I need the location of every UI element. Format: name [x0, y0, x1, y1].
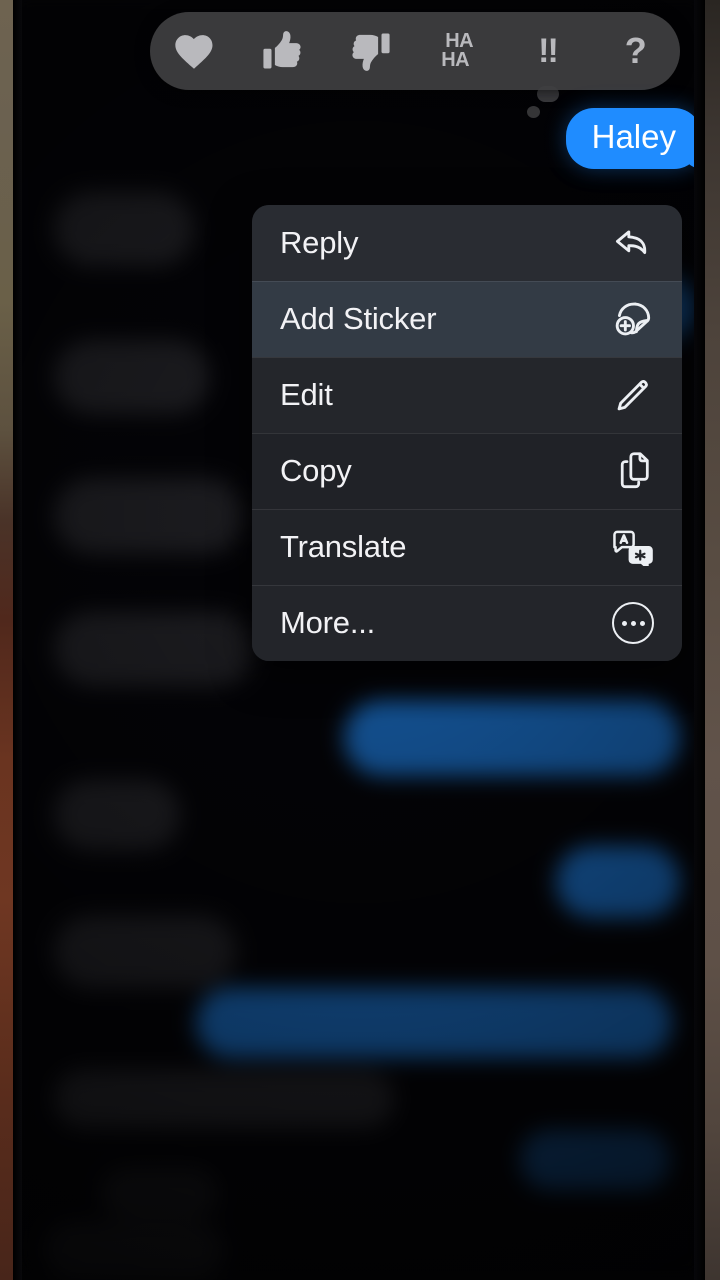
menu-item-reply[interactable]: Reply [252, 205, 682, 281]
backdrop-bubble [44, 1222, 224, 1280]
backdrop-bubble [54, 340, 210, 414]
menu-item-more[interactable]: More... [252, 585, 682, 661]
sticker-plus-icon [610, 296, 656, 342]
menu-item-reply-label: Reply [280, 225, 359, 260]
photo-edge-right [705, 0, 720, 1280]
backdrop-bubble [54, 192, 194, 266]
reply-arrow-icon [610, 220, 656, 266]
backdrop-bubble [344, 700, 680, 776]
backdrop-bubble [54, 1070, 394, 1128]
haha-icon: HA HA [441, 31, 473, 70]
menu-item-edit-label: Edit [280, 377, 333, 412]
thumbs-up-icon [262, 30, 302, 72]
message-context-menu[interactable]: Reply Add Sticker Edit Copy Translate Mo… [252, 205, 682, 661]
tapback-thumbs-up-button[interactable] [249, 18, 315, 84]
backdrop-bubble [100, 1168, 218, 1220]
tapback-exclamation-button[interactable]: !! [514, 18, 580, 84]
focused-message-text: Haley [591, 118, 676, 155]
menu-item-copy[interactable]: Copy [252, 433, 682, 509]
backdrop-bubble [520, 1130, 670, 1190]
backdrop-bubble [54, 916, 236, 988]
menu-item-add-sticker[interactable]: Add Sticker [252, 281, 682, 357]
tapback-tail-small [527, 106, 540, 118]
backdrop-bubble [196, 988, 672, 1058]
menu-item-more-label: More... [280, 605, 376, 640]
copy-documents-icon [610, 448, 656, 494]
menu-item-translate[interactable]: Translate [252, 509, 682, 585]
menu-item-translate-label: Translate [280, 529, 407, 564]
backdrop-bubble [54, 612, 254, 686]
double-exclamation-icon: !! [538, 32, 559, 70]
tapback-haha-button[interactable]: HA HA [426, 18, 492, 84]
pencil-icon [610, 372, 656, 418]
photo-edge-left [0, 0, 13, 1280]
tapback-question-button[interactable]: ? [603, 18, 669, 84]
haha-line-2: HA [441, 49, 470, 71]
backdrop-bubble [54, 478, 244, 554]
tapback-thumbs-down-button[interactable] [338, 18, 404, 84]
backdrop-bubble [54, 780, 180, 850]
menu-item-copy-label: Copy [280, 453, 352, 488]
translate-icon [610, 524, 656, 570]
thumbs-down-icon [351, 30, 391, 72]
ellipsis-circle-icon [610, 600, 656, 646]
heart-icon [173, 32, 215, 70]
tapback-reaction-bar[interactable]: HA HA !! ? [150, 12, 680, 90]
phone-screenshot: HA HA !! ? Haley Reply Add Sticker Edit … [0, 0, 720, 1280]
menu-item-add-sticker-label: Add Sticker [280, 301, 437, 336]
focused-message-bubble[interactable]: Haley [565, 108, 702, 169]
backdrop-bubble [556, 846, 680, 918]
tapback-heart-button[interactable] [161, 18, 227, 84]
question-mark-icon: ? [624, 30, 647, 71]
menu-item-edit[interactable]: Edit [252, 357, 682, 433]
